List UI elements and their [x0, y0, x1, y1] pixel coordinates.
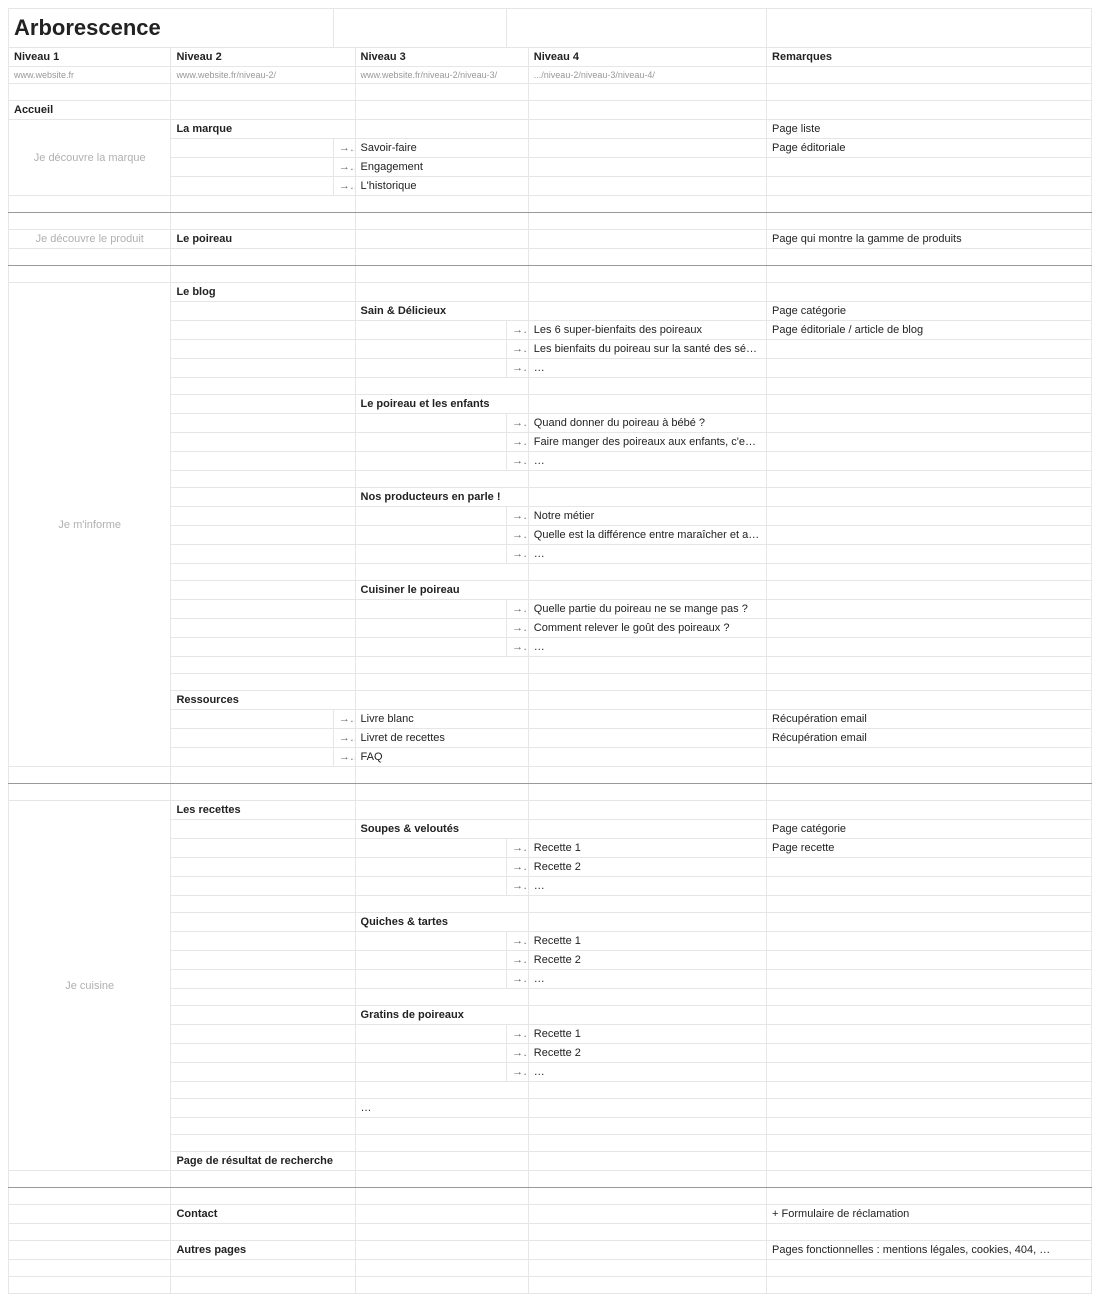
n3-livret: Livret de recettes: [355, 729, 528, 748]
rem-page-recette: Page recette: [767, 839, 1092, 858]
n4-r1: Recette 1: [528, 839, 766, 858]
rem-page-cat2: Page catégorie: [767, 820, 1092, 839]
arrow-icon: →: [507, 414, 529, 433]
n4-gout: Comment relever le goût des poireaux ?: [528, 619, 766, 638]
rem-page-blog: Page éditoriale / article de blog: [767, 321, 1092, 340]
arrow-icon: →: [507, 452, 529, 471]
n4-bebe: Quand donner du poireau à bébé ?: [528, 414, 766, 433]
n4-partie: Quelle partie du poireau ne se mange pas…: [528, 600, 766, 619]
arrow-icon: →: [333, 710, 355, 729]
arrow-icon: →: [507, 839, 529, 858]
arrow-icon: →: [507, 321, 529, 340]
arrow-icon: →: [507, 359, 529, 378]
arrow-icon: →: [507, 638, 529, 657]
arrow-icon: →: [507, 600, 529, 619]
arrow-icon: →: [507, 970, 529, 989]
n2-autres: Autres pages: [171, 1241, 355, 1260]
n1-decouvre-produit: Je découvre le produit: [9, 230, 171, 249]
n4-r2b: Recette 2: [528, 951, 766, 970]
n4-r2: Recette 2: [528, 858, 766, 877]
rem-gamme: Page qui montre la gamme de produits: [767, 230, 1092, 249]
ellipsis: …: [528, 1063, 766, 1082]
url-n4: .../niveau-2/niveau-3/niveau-4/: [528, 67, 766, 84]
rem-recup-email2: Récupération email: [767, 729, 1092, 748]
url-n2: www.website.fr/niveau-2/: [171, 67, 355, 84]
n4-bienfaits6: Les 6 super-bienfaits des poireaux: [528, 321, 766, 340]
arrow-icon: →: [333, 748, 355, 767]
n1-minforme: Je m'informe: [9, 283, 171, 767]
col-header-n4: Niveau 4: [528, 48, 766, 67]
n1-cuisine: Je cuisine: [9, 801, 171, 1171]
arrow-icon: →: [333, 177, 355, 196]
arrow-icon: →: [507, 932, 529, 951]
n3-sain: Sain & Délicieux: [355, 302, 528, 321]
arrow-icon: →: [507, 1063, 529, 1082]
arrow-icon: →: [507, 340, 529, 359]
n4-seniors: Les bienfaits du poireau sur la santé de…: [528, 340, 766, 359]
n2-la-marque: La marque: [171, 120, 355, 139]
ellipsis: …: [528, 877, 766, 896]
n2-contact: Contact: [171, 1205, 355, 1224]
arrow-icon: →: [507, 1044, 529, 1063]
n1-accueil: Accueil: [9, 101, 171, 120]
rem-fonctionnelles: Pages fonctionnelles : mentions légales,…: [767, 1241, 1092, 1260]
arrow-icon: →: [507, 1025, 529, 1044]
rem-reclamation: + Formulaire de réclamation: [767, 1205, 1092, 1224]
n3-cuisiner: Cuisiner le poireau: [355, 581, 528, 600]
arrow-icon: →: [333, 158, 355, 177]
sitemap-table: Arborescence Niveau 1 Niveau 2 Niveau 3 …: [8, 8, 1092, 1294]
col-header-rem: Remarques: [767, 48, 1092, 67]
url-n3: www.website.fr/niveau-2/niveau-3/: [355, 67, 528, 84]
n2-les-recettes: Les recettes: [171, 801, 355, 820]
arrow-icon: →: [333, 139, 355, 158]
n2-le-blog: Le blog: [171, 283, 355, 302]
url-n1: www.website.fr: [9, 67, 171, 84]
arrow-icon: →: [507, 433, 529, 452]
ellipsis: …: [528, 970, 766, 989]
n4-r1b: Recette 1: [528, 932, 766, 951]
n2-recherche: Page de résultat de recherche: [171, 1152, 355, 1171]
n3-ellipsis: …: [355, 1099, 528, 1118]
n2-ressources: Ressources: [171, 691, 355, 710]
col-header-n2: Niveau 2: [171, 48, 355, 67]
n4-enfants-facile: Faire manger des poireaux aux enfants, c…: [528, 433, 766, 452]
n3-gratins: Gratins de poireaux: [355, 1006, 528, 1025]
col-header-n3: Niveau 3: [355, 48, 528, 67]
n4-diff: Quelle est la différence entre maraîcher…: [528, 526, 766, 545]
n4-metier: Notre métier: [528, 507, 766, 526]
rem-recup-email: Récupération email: [767, 710, 1092, 729]
arrow-icon: →: [507, 507, 529, 526]
col-header-n1: Niveau 1: [9, 48, 171, 67]
n4-r2c: Recette 2: [528, 1044, 766, 1063]
n3-faq: FAQ: [355, 748, 528, 767]
arrow-icon: →: [507, 877, 529, 896]
arrow-icon: →: [507, 619, 529, 638]
n3-livre-blanc: Livre blanc: [355, 710, 528, 729]
n3-enfants: Le poireau et les enfants: [355, 395, 528, 414]
ellipsis: …: [528, 359, 766, 378]
n3-engagement: Engagement: [355, 158, 528, 177]
rem-page-edit: Page éditoriale: [767, 139, 1092, 158]
arrow-icon: →: [333, 729, 355, 748]
n3-soupes: Soupes & veloutés: [355, 820, 528, 839]
n1-decouvre-marque: Je découvre la marque: [9, 120, 171, 196]
n4-r1c: Recette 1: [528, 1025, 766, 1044]
rem-page-liste: Page liste: [767, 120, 1092, 139]
n2-le-poireau: Le poireau: [171, 230, 355, 249]
ellipsis: …: [528, 545, 766, 564]
n3-quiches: Quiches & tartes: [355, 913, 528, 932]
arrow-icon: →: [507, 951, 529, 970]
page-title: Arborescence: [9, 9, 334, 48]
ellipsis: …: [528, 638, 766, 657]
rem-page-cat: Page catégorie: [767, 302, 1092, 321]
n3-savoir-faire: Savoir-faire: [355, 139, 528, 158]
ellipsis: …: [528, 452, 766, 471]
arrow-icon: →: [507, 526, 529, 545]
arrow-icon: →: [507, 858, 529, 877]
arrow-icon: →: [507, 545, 529, 564]
n3-producteurs: Nos producteurs en parle !: [355, 488, 528, 507]
n3-historique: L'historique: [355, 177, 528, 196]
